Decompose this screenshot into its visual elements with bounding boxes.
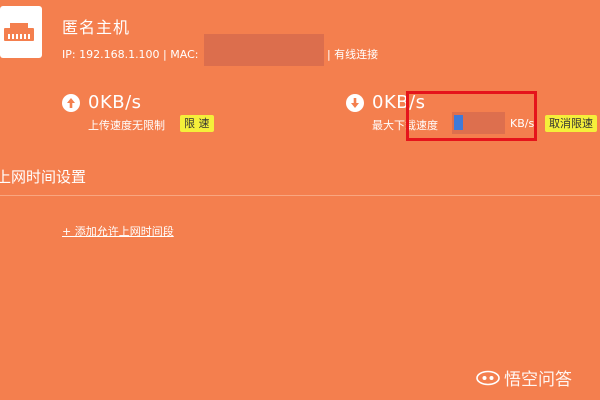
watermark: 悟空问答 — [476, 365, 572, 390]
upload-limit-button[interactable]: 限 速 — [180, 115, 214, 132]
device-name: 匿名主机 — [62, 18, 131, 37]
ip-mac-label: IP: 192.168.1.100 | MAC: — [62, 48, 202, 61]
connection-type: | 有线连接 — [326, 48, 379, 61]
device-icon-box — [0, 6, 42, 58]
arrow-down-circle-icon — [346, 94, 364, 112]
mac-redaction — [203, 34, 324, 66]
arrow-up-circle-icon — [62, 94, 80, 112]
device-meta: IP: 192.168.1.100 | MAC: | 有线连接 — [62, 34, 379, 66]
section-divider — [0, 195, 600, 196]
add-time-slot-link[interactable]: + 添加允许上网时间段 — [62, 223, 174, 239]
upload-speed: 0KB/s — [88, 92, 142, 113]
wukong-logo-icon — [476, 370, 500, 385]
watermark-text: 悟空问答 — [504, 370, 572, 390]
cancel-limit-button[interactable]: 取消限速 — [545, 115, 597, 132]
upload-status: 上传速度无限制 — [88, 119, 165, 132]
highlight-box — [406, 91, 537, 141]
ethernet-port-icon — [4, 23, 34, 41]
online-time-title: 上网时间设置 — [0, 168, 87, 186]
